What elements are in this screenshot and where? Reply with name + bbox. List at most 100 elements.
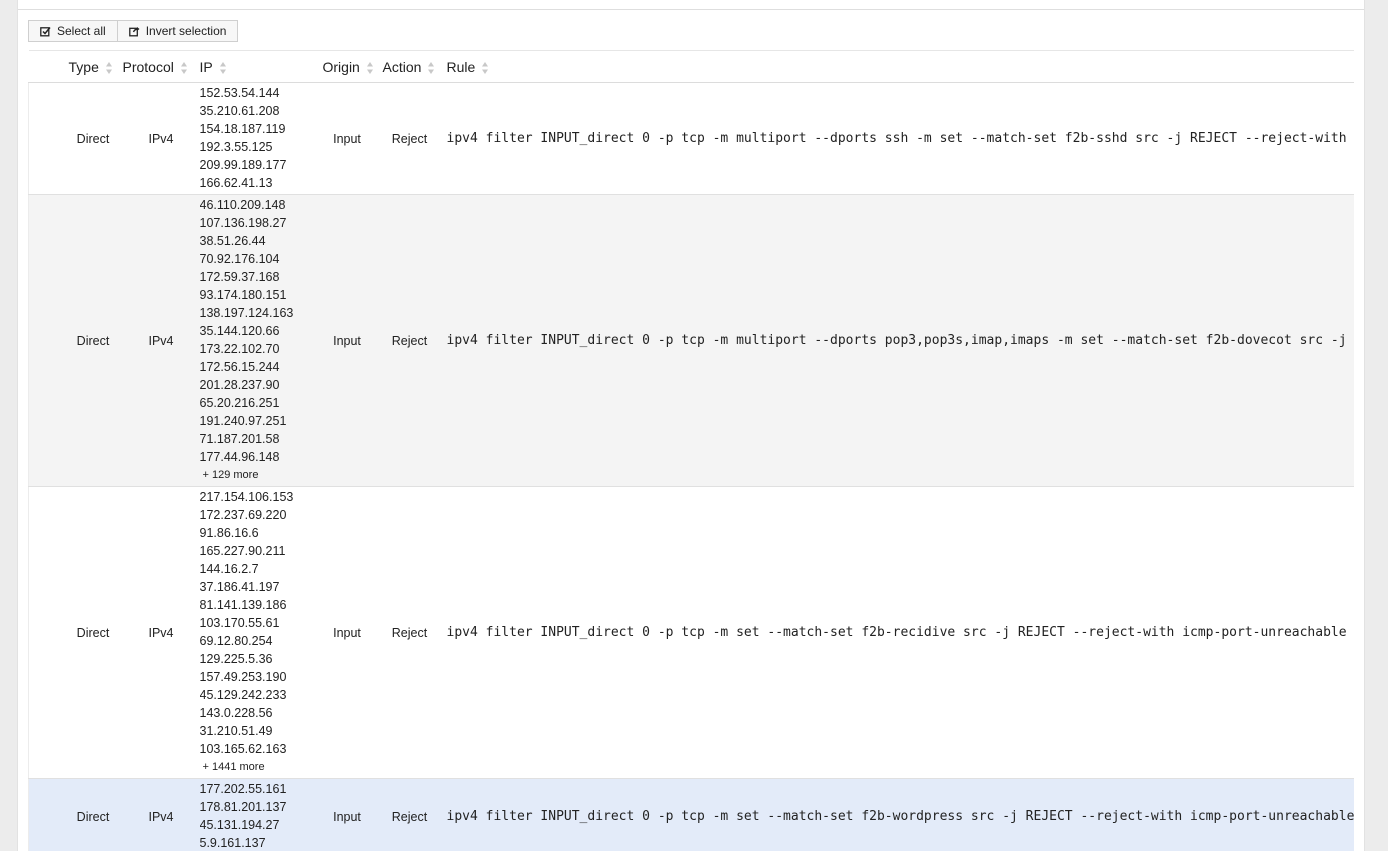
- ip-address: 5.9.161.137: [199, 836, 266, 850]
- ip-address: 31.210.51.49: [199, 724, 273, 738]
- table-row[interactable]: Direct IPv4 177.202.55.161 178.81.201.137 45…: [28, 778, 1354, 851]
- cell-origin: Input: [316, 486, 378, 779]
- ip-address: 70.92.176.104: [199, 252, 280, 266]
- selection-toolbar: Select all Invert selection: [28, 20, 239, 42]
- sort-icon: [482, 62, 489, 75]
- row-select-cell[interactable]: [28, 486, 64, 779]
- column-header-origin[interactable]: Origin: [316, 50, 378, 83]
- cell-rule: ipv4 filter INPUT_direct 0 -p tcp -m set…: [441, 778, 1354, 851]
- cell-protocol: IPv4: [122, 82, 200, 195]
- cell-ip-list: 46.110.209.148 107.136.198.27 38.51.26.44 7…: [199, 194, 317, 487]
- cell-ip-list: 152.53.54.144 35.210.61.208 154.18.187.119…: [199, 82, 317, 195]
- ip-address: 46.110.209.148: [199, 198, 286, 212]
- ip-address: 71.187.201.58: [199, 432, 280, 446]
- share-square-icon: [128, 26, 140, 36]
- cell-type: Direct: [63, 194, 123, 487]
- ip-address: 37.186.41.197: [199, 580, 280, 594]
- ip-address: 157.49.253.190: [199, 670, 287, 684]
- cell-type: Direct: [63, 82, 123, 195]
- table-row[interactable]: Direct IPv4 46.110.209.148 107.136.198.27 38…: [28, 194, 1354, 487]
- ip-address: 173.22.102.70: [199, 342, 280, 356]
- ip-address: 69.12.80.254: [199, 634, 273, 648]
- ip-address: 172.56.15.244: [199, 360, 280, 374]
- invert-selection-label: Invert selection: [145, 24, 227, 38]
- table-header-row: Type Protocol IP Origin Action Rule: [28, 50, 1354, 83]
- ip-address: 172.237.69.220: [199, 508, 287, 522]
- ip-address: 91.86.16.6: [199, 526, 259, 540]
- ip-address: 35.144.120.66: [199, 324, 280, 338]
- cell-rule: ipv4 filter INPUT_direct 0 -p tcp -m set…: [441, 486, 1354, 779]
- column-header-ip-label: IP: [199, 59, 213, 76]
- cell-rule: ipv4 filter INPUT_direct 0 -p tcp -m mul…: [441, 82, 1354, 195]
- table-body: Direct IPv4 152.53.54.144 35.210.61.208 154.…: [28, 82, 1354, 851]
- ip-address: 154.18.187.119: [199, 122, 286, 136]
- more-ips-link[interactable]: + 1441 more: [200, 758, 317, 776]
- column-header-ip[interactable]: IP: [199, 50, 317, 83]
- ip-address: 217.154.106.153: [199, 490, 294, 504]
- ip-address: 144.16.2.7: [199, 562, 259, 576]
- select-all-button[interactable]: Select all: [28, 20, 118, 42]
- column-header-origin-label: Origin: [322, 59, 360, 76]
- column-header-action-label: Action: [382, 59, 422, 76]
- cell-protocol: IPv4: [122, 194, 200, 487]
- rules-table-container: Type Protocol IP Origin Action Rule Dire…: [28, 50, 1354, 851]
- ip-address: 103.170.55.61: [199, 616, 280, 630]
- ip-address: 45.131.194.27: [199, 818, 280, 832]
- checkbox-column-header: [28, 50, 64, 83]
- cell-action: Reject: [377, 194, 442, 487]
- ip-address: 81.141.139.186: [199, 598, 287, 612]
- sort-icon: [180, 62, 187, 75]
- ip-address: 38.51.26.44: [199, 234, 266, 248]
- cell-protocol: IPv4: [122, 486, 200, 779]
- ip-address: 166.62.41.13: [199, 176, 273, 190]
- ip-address: 35.210.61.208: [199, 104, 280, 118]
- ip-address: 209.99.189.177: [199, 158, 287, 172]
- column-header-protocol-label: Protocol: [122, 59, 174, 76]
- cell-action: Reject: [377, 82, 442, 195]
- row-select-cell[interactable]: [28, 82, 64, 195]
- column-header-rule-label: Rule: [446, 59, 476, 76]
- column-header-rule[interactable]: Rule: [441, 50, 1354, 83]
- ip-address: 165.227.90.211: [199, 544, 286, 558]
- cell-rule: ipv4 filter INPUT_direct 0 -p tcp -m mul…: [441, 194, 1354, 487]
- column-header-type[interactable]: Type: [63, 50, 123, 83]
- column-header-protocol[interactable]: Protocol: [122, 50, 200, 83]
- cell-protocol: IPv4: [122, 778, 200, 851]
- ip-address: 201.28.237.90: [199, 378, 280, 392]
- column-header-action[interactable]: Action: [377, 50, 442, 83]
- sort-icon: [428, 62, 435, 75]
- more-ips-link[interactable]: + 129 more: [200, 466, 317, 484]
- ip-address: 191.240.97.251: [199, 414, 287, 428]
- ip-address: 138.197.124.163: [199, 306, 294, 320]
- ip-address: 103.165.62.163: [199, 742, 287, 756]
- ip-address: 65.20.216.251: [199, 396, 280, 410]
- ip-address: 192.3.55.125: [199, 140, 273, 154]
- ip-address: 107.136.198.27: [199, 216, 287, 230]
- check-square-icon: [40, 26, 51, 36]
- ip-address: 93.174.180.151: [199, 288, 287, 302]
- table-row[interactable]: Direct IPv4 217.154.106.153 172.237.69.220 9…: [28, 486, 1354, 779]
- cell-origin: Input: [316, 82, 378, 195]
- sort-icon: [219, 62, 226, 75]
- row-select-cell[interactable]: [28, 778, 64, 851]
- cell-ip-list: 177.202.55.161 178.81.201.137 45.131.194.2…: [199, 778, 317, 851]
- row-select-cell[interactable]: [28, 194, 64, 487]
- table-row[interactable]: Direct IPv4 152.53.54.144 35.210.61.208 154.…: [28, 82, 1354, 195]
- invert-selection-button[interactable]: Invert selection: [117, 20, 239, 42]
- rules-table: Type Protocol IP Origin Action Rule Dire…: [28, 50, 1354, 851]
- sort-icon: [105, 62, 112, 75]
- cell-origin: Input: [316, 778, 378, 851]
- ip-address: 177.44.96.148: [199, 450, 280, 464]
- cell-action: Reject: [377, 486, 442, 779]
- main-panel: Select all Invert selection Type Protoco…: [17, 0, 1365, 851]
- select-all-label: Select all: [57, 24, 106, 38]
- ip-address: 177.202.55.161: [199, 782, 287, 796]
- ip-address: 45.129.242.233: [199, 688, 287, 702]
- panel-divider: [18, 9, 1364, 10]
- cell-origin: Input: [316, 194, 378, 487]
- ip-address: 143.0.228.56: [199, 706, 273, 720]
- column-header-type-label: Type: [68, 59, 99, 76]
- sort-icon: [366, 62, 373, 75]
- ip-address: 172.59.37.168: [199, 270, 280, 284]
- ip-address: 178.81.201.137: [199, 800, 287, 814]
